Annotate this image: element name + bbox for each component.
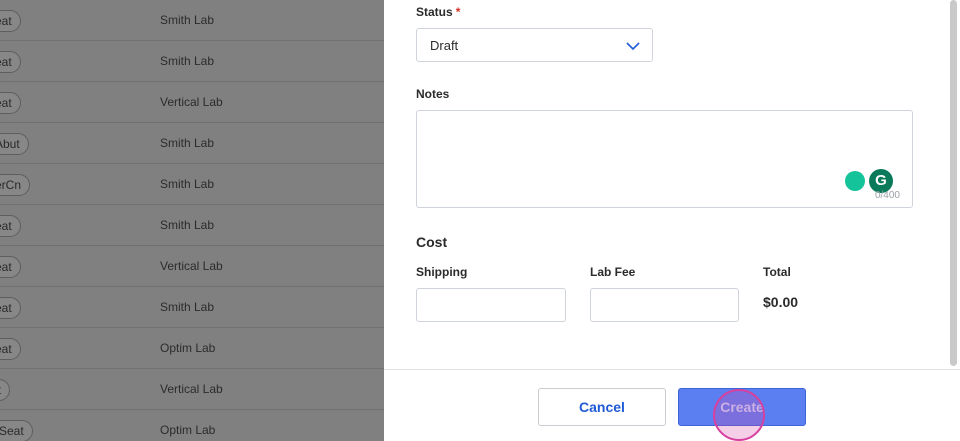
row-lab-name: Smith Lab [160,54,215,68]
chevron-down-icon [626,42,640,51]
table-row[interactable]: at Vertical Lab [0,369,384,410]
notes-textarea[interactable]: G 0/400 [416,110,913,208]
row-chip: eat [0,92,21,114]
row-chip: Abut [0,133,29,155]
table-row[interactable]: eat Smith Lab [0,0,384,41]
row-lab-name: Vertical Lab [160,95,223,109]
lab-fee-input[interactable] [590,288,739,322]
table-row[interactable]: erCn Smith Lab [0,164,384,205]
status-select[interactable]: Draft [416,28,653,62]
cost-section-title: Cost [416,234,448,250]
row-lab-name: Smith Lab [160,177,215,191]
notes-label: Notes [416,87,450,101]
row-lab-name: Optim Lab [160,341,216,355]
lab-fee-label: Lab Fee [590,265,636,279]
row-chip: eat [0,338,21,360]
row-chip: eat [0,215,21,237]
total-value: $0.00 [763,294,799,310]
status-label: Status * [416,5,461,19]
table-row[interactable]: eat Smith Lab [0,205,384,246]
table-row[interactable]: eat Vertical Lab [0,82,384,123]
grammarly-bulb-icon[interactable] [845,171,865,191]
row-chip: eat [0,256,21,278]
table-row[interactable]: Seat Optim Lab [0,410,384,441]
table-row[interactable]: eat Vertical Lab [0,246,384,287]
table-row[interactable]: eat Optim Lab [0,328,384,369]
row-chip: eat [0,51,21,73]
shipping-input[interactable] [416,288,566,322]
notes-char-counter: 0/400 [874,190,900,201]
row-chip: eat [0,297,21,319]
row-lab-name: Smith Lab [160,300,215,314]
create-drawer: Status * Draft Notes G 0/400 Cost Shippin… [384,0,960,441]
table-row[interactable]: eat Smith Lab [0,41,384,82]
required-marker: * [455,5,461,19]
table-row[interactable]: eat Smith Lab [0,287,384,328]
row-lab-name: Smith Lab [160,136,215,150]
row-chip: erCn [0,174,31,196]
cancel-button[interactable]: Cancel [538,388,666,426]
row-lab-name: Optim Lab [160,423,216,437]
status-select-value: Draft [430,38,459,53]
background-table: eat Smith Lab eat Smith Lab eat Vertical Lab A… [0,0,384,441]
row-chip: eat [0,10,21,32]
row-chip: at [0,379,11,401]
click-indicator [713,389,765,441]
drawer-scrollbar[interactable] [950,0,957,366]
row-lab-name: Smith Lab [160,218,215,232]
table-row[interactable]: Abut Smith Lab [0,123,384,164]
total-label: Total [763,265,791,279]
shipping-label: Shipping [416,265,468,279]
row-chip: Seat [0,420,33,441]
row-lab-name: Vertical Lab [160,259,223,273]
row-lab-name: Vertical Lab [160,382,223,396]
row-lab-name: Smith Lab [160,13,215,27]
drawer-footer: Cancel Create [384,369,960,441]
